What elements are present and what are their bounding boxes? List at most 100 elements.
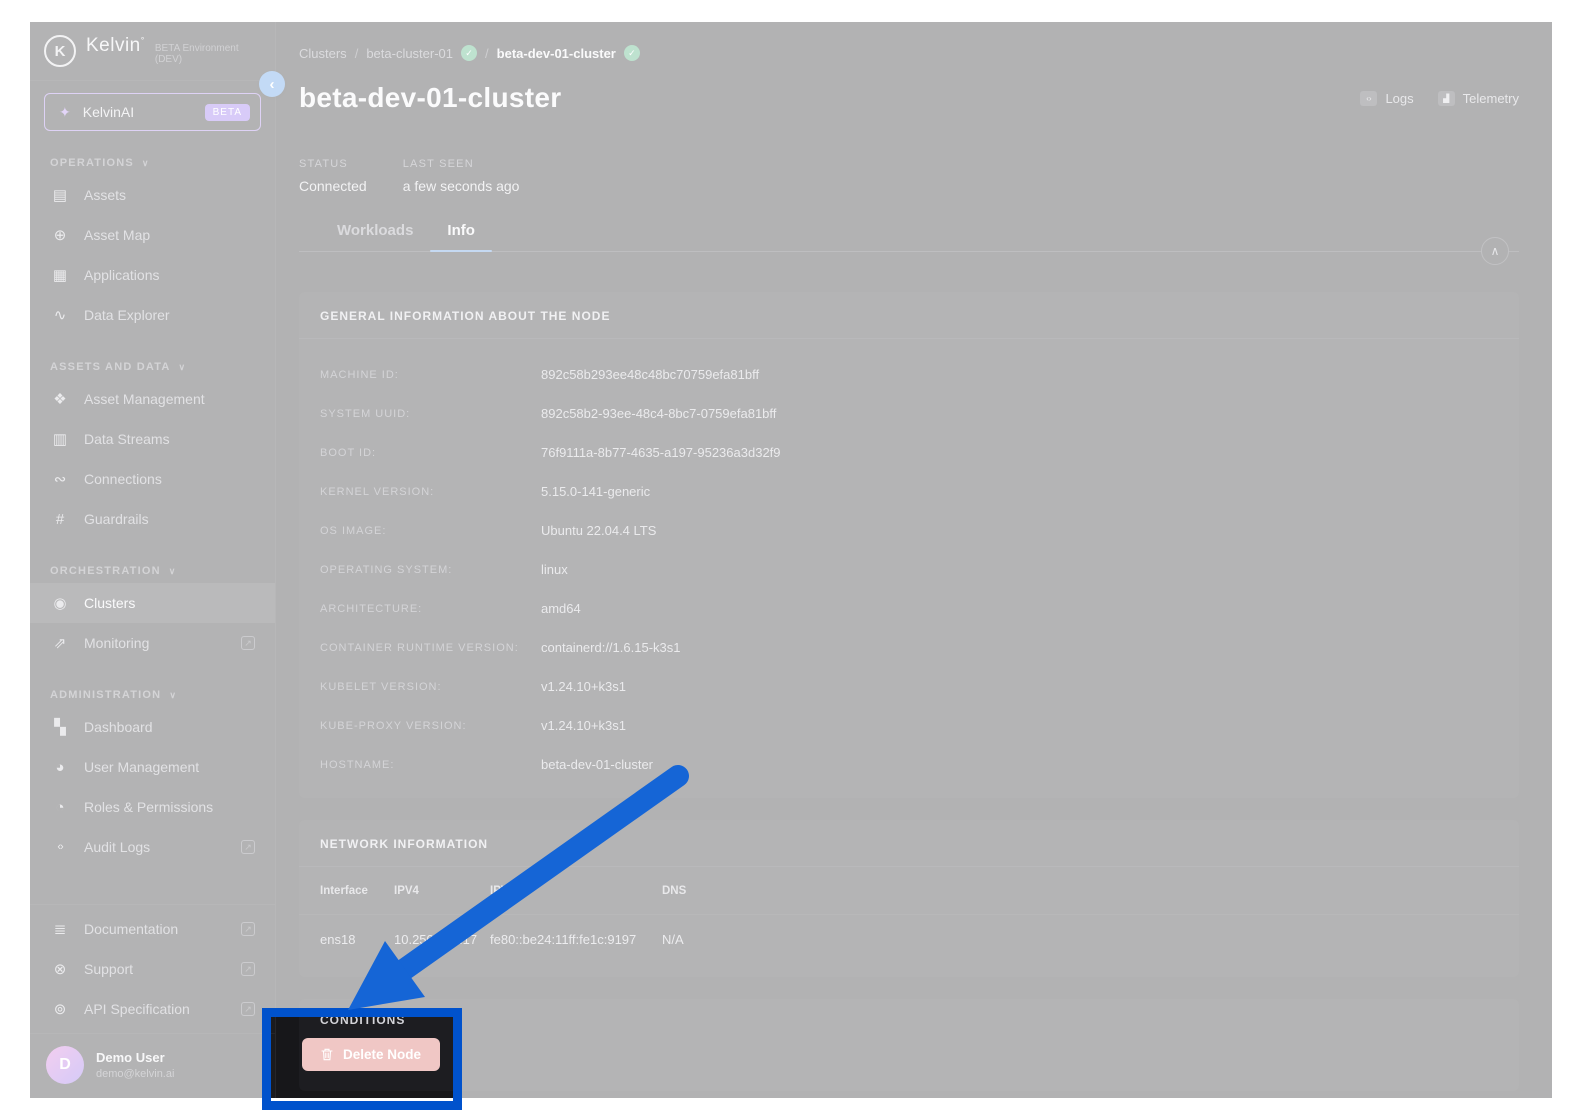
sidebar-item-clusters[interactable]: ◉ Clusters: [30, 583, 275, 623]
info-label: CONTAINER RUNTIME VERSION:: [320, 641, 519, 654]
sidebar-item-monitoring[interactable]: ⇗ Monitoring ↗: [30, 623, 275, 663]
sidebar-section-administration[interactable]: ADMINISTRATION ∨: [30, 663, 275, 707]
users-icon: ◕: [55, 758, 65, 776]
sidebar-collapse-button[interactable]: ‹: [259, 71, 285, 97]
user-gear-icon: ◔: [55, 798, 65, 816]
column-header: IPV4: [394, 884, 419, 897]
network-info-panel: NETWORK INFORMATION Interface IPV4 IPV6 …: [299, 820, 1519, 977]
code-icon: ‹›: [1360, 90, 1378, 106]
logs-button[interactable]: ‹› Logs: [1360, 90, 1414, 106]
tab-info[interactable]: Info: [430, 222, 492, 252]
avatar: D: [46, 1046, 84, 1084]
sidebar-item-asset-management[interactable]: ❖ Asset Management: [30, 379, 275, 419]
header-actions: ‹› Logs ▟ Telemetry: [1360, 90, 1519, 106]
sidebar-item-api-specification[interactable]: ⊚ API Specification ↗: [30, 989, 275, 1029]
document-icon: ≣: [53, 921, 67, 938]
sidebar-item-support[interactable]: ⊗ Support ↗: [30, 949, 275, 989]
sidebar-item-data-streams[interactable]: ▥ Data Streams: [30, 419, 275, 459]
api-globe-icon: ⊚: [53, 1001, 67, 1018]
check-icon: ✓: [623, 45, 640, 61]
section-title: ASSETS AND DATA: [50, 361, 171, 373]
sidebar-item-guardrails[interactable]: # Guardrails: [30, 499, 275, 539]
sidebar-item-label: Asset Management: [84, 391, 205, 407]
sidebar-footer: ≣ Documentation ↗ ⊗ Support ↗ ⊚ API Spec…: [30, 904, 275, 1098]
sidebar-item-applications[interactable]: ▦ Applications: [30, 255, 275, 295]
user-name: Demo User: [96, 1050, 165, 1065]
info-value: v1.24.10+k3s1: [541, 718, 626, 733]
info-row: BOOT ID: 76f9111a-8b77-4635-a197-95236a3…: [320, 433, 1498, 472]
breadcrumb: Clusters / beta-cluster-01 ✓ / beta-dev-…: [299, 44, 1519, 62]
logs-label: Logs: [1385, 90, 1414, 106]
puzzle-icon: ❖: [53, 391, 67, 408]
bar-chart-icon: ▥: [52, 431, 68, 448]
page-title: beta-dev-01-cluster: [299, 82, 562, 113]
sidebar-section-orchestration[interactable]: ORCHESTRATION ∨: [30, 539, 275, 583]
ipv6-cell: fe80::be24:11ff:fe1c:9197: [490, 931, 637, 947]
last-seen-label: LAST SEEN: [402, 158, 474, 170]
breadcrumb-current: beta-dev-01-cluster: [496, 45, 616, 61]
sidebar-item-label: Asset Map: [84, 227, 151, 243]
external-link-icon: ↗: [241, 962, 255, 976]
info-label: HOSTNAME:: [320, 758, 395, 771]
chevron-down-icon: ∨: [168, 565, 177, 576]
delete-node-button[interactable]: Delete Node: [302, 1038, 441, 1071]
info-label: MACHINE ID:: [320, 368, 399, 381]
chevron-up-icon: ∧: [1490, 244, 1500, 258]
sidebar-item-data-explorer[interactable]: ∿ Data Explorer: [30, 295, 275, 335]
tabs: Workloads Info ∧: [299, 222, 1519, 265]
breadcrumb-clusters[interactable]: Clusters: [299, 46, 347, 61]
assets-icon: ▤: [52, 187, 68, 204]
info-value: amd64: [541, 601, 581, 616]
sidebar-item-label: Monitoring: [84, 635, 150, 651]
info-value: 76f9111a-8b77-4635-a197-95236a3d32f9: [541, 445, 781, 460]
sidebar-item-connections[interactable]: ∾ Connections: [30, 459, 275, 499]
info-value: 892c58b2-93ee-48c4-8bc7-0759efa81bff: [541, 406, 777, 421]
waveform-icon: ∿: [53, 307, 67, 324]
info-label: KERNEL VERSION:: [320, 485, 435, 498]
environment-label: BETA Environment (DEV): [154, 43, 239, 65]
status-row: STATUS Connected LAST SEEN a few seconds…: [299, 158, 1519, 194]
table-row: ens18 10.250.101.17 fe80::be24:11ff:fe1c…: [299, 915, 1519, 963]
breadcrumb-cluster[interactable]: beta-cluster-01: [366, 46, 453, 61]
cluster-icon: ◉: [53, 595, 67, 612]
sidebar: K Kelvin° BETA Environment (DEV) ‹ ✦ Kel…: [30, 22, 285, 1098]
sidebar-item-asset-map[interactable]: ⊕ Asset Map: [30, 215, 275, 255]
sidebar-item-assets[interactable]: ▤ Assets: [30, 175, 275, 215]
brand-logo[interactable]: K Kelvin° BETA Environment (DEV): [30, 22, 275, 81]
chevron-left-icon: ‹: [269, 75, 275, 93]
tab-workloads[interactable]: Workloads: [320, 222, 430, 251]
last-seen-block: LAST SEEN a few seconds ago: [403, 158, 520, 194]
sidebar-item-documentation[interactable]: ≣ Documentation ↗: [30, 909, 275, 949]
sidebar-item-roles-permissions[interactable]: ◔ Roles & Permissions: [30, 787, 275, 827]
info-label: SYSTEM UUID:: [320, 407, 411, 420]
sidebar-item-audit-logs[interactable]: ‹› Audit Logs ↗: [30, 827, 275, 867]
scroll-top-button[interactable]: ∧: [1481, 237, 1509, 265]
info-label: ARCHITECTURE:: [320, 602, 423, 615]
info-value: Ubuntu 22.04.4 LTS: [541, 523, 657, 538]
info-label: OPERATING SYSTEM:: [320, 563, 453, 576]
sidebar-item-label: User Management: [84, 759, 200, 775]
sidebar-item-label: Applications: [84, 267, 160, 283]
sidebar-item-user-management[interactable]: ◕ User Management: [30, 747, 275, 787]
sidebar-item-label: Audit Logs: [84, 839, 151, 855]
sparkle-icon: ✦: [59, 103, 71, 120]
info-label: KUBELET VERSION:: [320, 680, 442, 693]
sidebar-section-assets-and-data[interactable]: ASSETS AND DATA ∨: [30, 335, 275, 379]
external-link-icon: ↗: [241, 636, 255, 650]
sidebar-item-label: Connections: [84, 471, 162, 487]
info-label: OS IMAGE:: [320, 524, 387, 537]
telemetry-button[interactable]: ▟ Telemetry: [1437, 90, 1519, 106]
sidebar-item-kelvinai[interactable]: ✦ KelvinAI BETA: [44, 93, 261, 131]
general-info-title: GENERAL INFORMATION ABOUT THE NODE: [299, 292, 1519, 339]
sidebar-item-label: Roles & Permissions: [84, 799, 214, 815]
trash-icon: [321, 1048, 333, 1061]
network-info-title: NETWORK INFORMATION: [299, 820, 1519, 867]
code-icon: ‹›: [57, 841, 63, 853]
user-profile[interactable]: D Demo User demo@kelvin.ai: [30, 1033, 275, 1098]
sidebar-section-operations[interactable]: OPERATIONS ∨: [30, 131, 275, 175]
info-value: beta-dev-01-cluster: [541, 757, 653, 772]
sidebar-item-label: Data Explorer: [84, 307, 170, 323]
info-row: OS IMAGE: Ubuntu 22.04.4 LTS: [320, 511, 1498, 550]
section-title: OPERATIONS: [50, 157, 134, 169]
sidebar-item-dashboard[interactable]: ▚ Dashboard: [30, 707, 275, 747]
